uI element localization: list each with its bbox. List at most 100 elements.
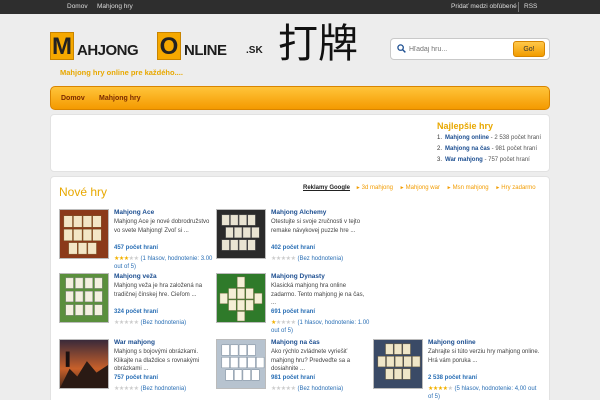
game-thumbnail-image <box>60 274 108 322</box>
game-play-count: 457 počet hraní <box>114 245 159 251</box>
list-item: 1. Mahjong online - 2 538 počet hraní <box>437 135 549 146</box>
category-links: Reklamy Google 3d mahjong Mahjong war Ms… <box>303 185 541 191</box>
rating-text: (Bez hodnotenia) <box>140 386 187 392</box>
game-card-war-mahjong: War mahjong Mahjong s bojovými obrázkami… <box>59 339 214 400</box>
best-rank: 3. <box>437 157 443 163</box>
star-icon[interactable]: ★ <box>134 386 139 392</box>
game-rating: ★★★★★ (1 hlasov, hodnotenie: 1.00 out of … <box>271 319 375 335</box>
best-game-link[interactable]: Mahjong na čas <box>445 146 490 152</box>
game-card-mahjong-tower: Mahjong veža Mahjong veža je hra založen… <box>59 273 214 337</box>
rating-text: (Bez hodnotenia) <box>140 320 187 326</box>
star-rating-icon[interactable]: ★★★★★ <box>114 385 139 393</box>
star-icon[interactable]: ★ <box>291 256 296 262</box>
game-title-link[interactable]: War mahjong <box>114 339 155 346</box>
game-title-link[interactable]: Mahjong Ace <box>114 209 154 216</box>
category-link-free-games[interactable]: Hry zadarmo <box>495 185 535 191</box>
star-icon[interactable]: ★ <box>134 320 139 326</box>
best-game-link[interactable]: Mahjong online <box>445 135 489 141</box>
game-title-link[interactable]: Mahjong veža <box>114 273 157 280</box>
star-rating-icon[interactable]: ★★★★★ <box>271 385 296 393</box>
best-rank: 1. <box>437 135 443 141</box>
star-rating-icon[interactable]: ★★★★★ <box>271 255 296 263</box>
chinese-characters: 打牌 <box>278 21 358 67</box>
game-title-link[interactable]: Mahjong online <box>428 339 476 346</box>
game-card-mahjong-online: Mahjong online Zahrajte si túto verziu h… <box>373 339 543 400</box>
game-thumbnail-image <box>60 340 108 388</box>
game-rating: ★★★★★ (Bez hodnotenia) <box>114 385 218 400</box>
nav-item-home[interactable]: Domov <box>61 95 85 102</box>
topbar-home-link[interactable]: Domov <box>67 3 88 10</box>
game-rating: ★★★★★ (Bez hodnotenia) <box>114 319 218 335</box>
best-games-list: 1. Mahjong online - 2 538 počet hraní 2. M… <box>437 135 549 168</box>
category-link-mahjong-war[interactable]: Mahjong war <box>400 185 440 191</box>
search-icon <box>397 44 406 53</box>
game-description: Klasická mahjong hra online zadarmo. Ten… <box>271 283 365 306</box>
game-thumbnail[interactable] <box>59 273 109 323</box>
topbar-rss-link[interactable]: RSS <box>524 3 537 10</box>
logo-text-ahjong: AHJONG <box>77 42 139 59</box>
game-play-count: 757 počet hraní <box>114 375 159 381</box>
search-input[interactable] <box>409 43 509 56</box>
game-card-mahjong-dynasty: Mahjong Dynasty Klasická mahjong hra onl… <box>216 273 371 337</box>
game-card-mahjong-alchemy: Mahjong Alchemy Otestujte si svoje zručn… <box>216 209 371 273</box>
star-rating-icon[interactable]: ★★★★★ <box>114 255 139 263</box>
site-logo[interactable]: M AHJONG O NLINE .SK <box>50 24 270 68</box>
game-thumbnail-image <box>60 210 108 258</box>
new-games-title: Nové hry <box>59 185 108 199</box>
logo-letter-m: M <box>50 32 74 60</box>
game-thumbnail[interactable] <box>373 339 423 389</box>
game-rating: ★★★★★ (1 hlasov, hodnotenie: 3.00 out of … <box>114 255 218 271</box>
google-ads-link[interactable]: Reklamy Google <box>303 185 350 191</box>
best-games-title: Najlepšie hry <box>437 121 494 131</box>
game-card-mahjong-timed: Mahjong na čas Ako rýchlo zvládnete vyri… <box>216 339 371 400</box>
game-thumbnail[interactable] <box>216 339 266 389</box>
game-rating: ★★★★★ (Bez hodnotenia) <box>271 255 375 271</box>
game-rating: ★★★★★ (5 hlasov, hodnotenie: 4,00 out of … <box>428 385 542 400</box>
game-card-mahjong-ace: Mahjong Ace Mahjong Ace je nové dobrodru… <box>59 209 214 273</box>
star-icon[interactable]: ★ <box>448 386 453 392</box>
topbar-games-link[interactable]: Mahjong hry <box>97 3 133 10</box>
topbar-divider <box>518 2 519 12</box>
game-play-count: 2 538 počet hraní <box>428 375 478 381</box>
star-icon[interactable]: ★ <box>291 320 296 326</box>
game-thumbnail[interactable] <box>216 273 266 323</box>
star-icon[interactable]: ★ <box>291 386 296 392</box>
nav-item-mahjong-games[interactable]: Mahjong hry <box>99 95 141 102</box>
game-thumbnail[interactable] <box>216 209 266 259</box>
game-description: Mahjong s bojovými obrázkami. Klikajte n… <box>114 349 200 372</box>
game-title-link[interactable]: Mahjong Alchemy <box>271 209 326 216</box>
best-game-link[interactable]: War mahjong <box>445 157 483 163</box>
category-link-3d-mahjong[interactable]: 3d mahjong <box>356 185 393 191</box>
game-title-link[interactable]: Mahjong Dynasty <box>271 273 325 280</box>
game-title-link[interactable]: Mahjong na čas <box>271 339 320 346</box>
game-description: Otestujte si svoje zručnosti v tejto rem… <box>271 219 361 234</box>
top-bar: Domov Mahjong hry Pridať medzi obľúbené … <box>0 0 600 14</box>
star-icon[interactable]: ★ <box>134 256 139 262</box>
star-rating-icon[interactable]: ★★★★★ <box>114 319 139 327</box>
category-link-msn-mahjong[interactable]: Msn mahjong <box>447 185 489 191</box>
game-thumbnail-image <box>374 340 422 388</box>
star-rating-icon[interactable]: ★★★★★ <box>271 319 296 327</box>
list-item: 3. War mahjong - 757 počet hraní <box>437 157 549 168</box>
best-play-count: - 2 538 počet hraní <box>489 135 542 141</box>
game-thumbnail[interactable] <box>59 339 109 389</box>
best-play-count: - 981 počet hraní <box>490 146 538 152</box>
rating-text: (Bez hodnotenia) <box>297 386 344 392</box>
search-box: Go! <box>390 38 550 60</box>
list-item: 2. Mahjong na čas - 981 počet hraní <box>437 146 549 157</box>
tagline: Mahjong hry online pre každého.... <box>60 68 183 77</box>
star-rating-icon[interactable]: ★★★★★ <box>428 385 453 393</box>
game-rating: ★★★★★ (Bez hodnotenia) <box>271 385 375 400</box>
game-play-count: 691 počet hraní <box>271 309 316 315</box>
game-thumbnail-image <box>217 210 265 258</box>
main-nav: Domov Mahjong hry <box>50 86 550 110</box>
game-thumbnail[interactable] <box>59 209 109 259</box>
best-rank: 2. <box>437 146 443 152</box>
game-description: Ako rýchlo zvládnete vyriešiť mahjong hr… <box>271 349 351 372</box>
search-go-button[interactable]: Go! <box>513 41 545 57</box>
top-panel: Najlepšie hry 1. Mahjong online - 2 538 p… <box>50 114 550 172</box>
logo-text-nline: NLINE <box>184 42 227 59</box>
game-thumbnail-image <box>217 340 265 388</box>
new-games-panel: Nové hry Reklamy Google 3d mahjong Mahjo… <box>50 176 550 400</box>
topbar-favorites-link[interactable]: Pridať medzi obľúbené <box>451 3 517 10</box>
